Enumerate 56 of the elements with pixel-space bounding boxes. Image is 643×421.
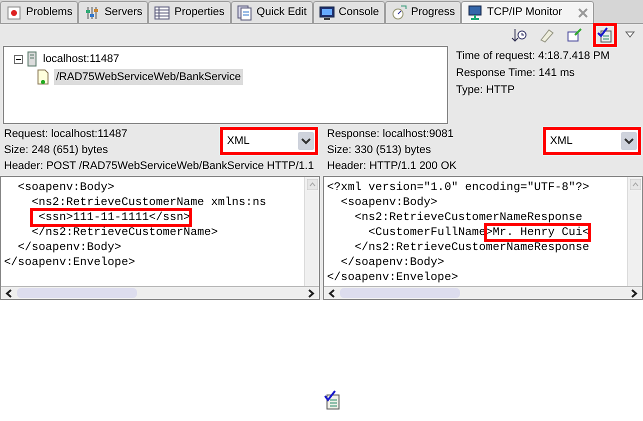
header-text: Header: HTTP/1.1 200 OK <box>326 159 457 174</box>
sliders-icon <box>84 4 100 20</box>
code-text: </soapenv:Envelope> <box>4 255 136 270</box>
network-monitor-icon <box>467 4 484 20</box>
tree-item[interactable]: localhost:11487 <box>41 50 122 68</box>
scroll-up-icon[interactable] <box>630 179 640 190</box>
header-text: Size: 248 (651) bytes <box>4 143 108 158</box>
code-text: </soapenv:Body> <box>16 240 122 255</box>
monitor-icon <box>318 4 335 20</box>
code-text: <soapenv:Body> <box>340 195 438 210</box>
view-tab[interactable]: Quick Edit <box>230 1 313 23</box>
horizontal-scrollbar[interactable] <box>1 286 319 299</box>
view-tab[interactable]: Progress <box>385 1 462 23</box>
document-icon <box>36 69 50 85</box>
collapse-toggle[interactable] <box>14 54 23 64</box>
format-dropdown[interactable]: XML <box>220 127 318 155</box>
code-text: <CustomerFullName <box>367 225 486 240</box>
table-icon <box>154 4 170 20</box>
scrollbar-thumb[interactable] <box>340 288 460 298</box>
info-text: Type: HTTP <box>456 83 516 96</box>
view-tab[interactable]: Console <box>312 1 386 23</box>
code-text: </soapenv:Body> <box>340 255 444 270</box>
vertical-scrollbar[interactable] <box>627 177 642 286</box>
view-tab[interactable]: Problems <box>0 1 78 23</box>
code-text: </ns2:RetrieveCustomerName> <box>30 225 218 240</box>
header-text: Response: localhost:9081 <box>327 127 454 142</box>
code-text: <soapenv:Body> <box>16 180 114 195</box>
menu-icon[interactable] <box>625 31 635 39</box>
code-text: <?xml version="1.0" encoding="UTF-8"?> <box>327 180 590 195</box>
header-text: Request: localhost:11487 <box>4 127 128 142</box>
code-text: </ns2:RetrieveCustomerNameResponse <box>354 240 590 255</box>
close-icon[interactable] <box>578 8 588 18</box>
code-text: >Mr. Henry Cui< <box>486 225 590 240</box>
vertical-scrollbar[interactable] <box>304 177 319 286</box>
view-tab[interactable]: Servers <box>78 1 148 23</box>
code-text: </soapenv:Envelope> <box>327 270 458 285</box>
code-text: <ns2:RetrieveCustomerNameResponse <box>354 210 582 225</box>
code-text: <ns2:RetrieveCustomerName xmlns:ns <box>30 195 266 210</box>
scroll-up-icon[interactable] <box>306 179 318 190</box>
checklist-icon[interactable] <box>593 23 617 47</box>
info-text: Time of request: 4:18.7.418 PM <box>456 49 611 62</box>
header-text: Size: 330 (513) bytes <box>327 143 431 158</box>
code-text: <ssn>111-11-1111</ssn> <box>32 210 190 225</box>
info-text: Response Time: 141 ms <box>456 66 576 79</box>
tree-item[interactable]: /RAD75WebServiceWeb/BankService <box>54 68 243 86</box>
problems-icon <box>6 4 22 20</box>
view-tab[interactable]: TCP/IP Monitor <box>461 1 594 23</box>
server-icon <box>27 51 37 67</box>
documents-icon <box>236 4 253 20</box>
horizontal-scrollbar[interactable] <box>324 286 642 299</box>
view-tab[interactable]: Properties <box>148 1 231 23</box>
header-text: Header: POST /RAD75WebServiceWeb/BankService HTTP/1.1 <box>3 159 314 174</box>
gauge-icon <box>391 4 408 20</box>
scrollbar-thumb[interactable] <box>17 288 137 298</box>
format-dropdown[interactable]: XML <box>543 127 641 155</box>
checklist-icon <box>324 390 342 410</box>
